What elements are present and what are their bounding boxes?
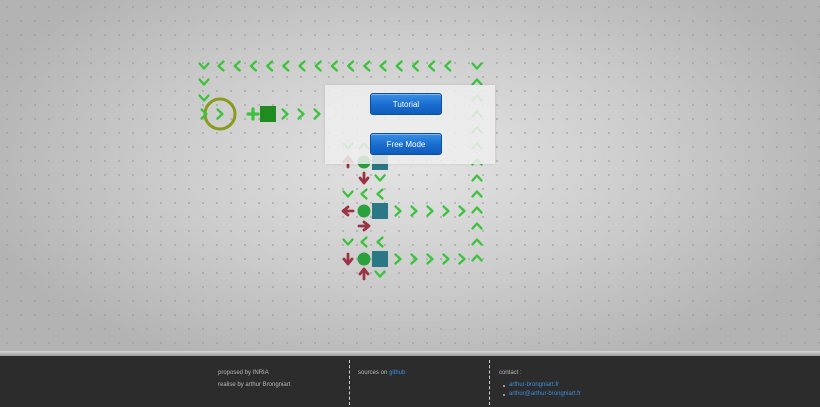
arrow-up-icon [358, 267, 370, 281]
chevron-left-icon [265, 60, 274, 72]
chevron-right-icon [458, 205, 466, 217]
game-board[interactable] [0, 0, 820, 354]
chevron-down-icon [374, 270, 386, 278]
github-link[interactable]: github [389, 370, 405, 376]
chevron-left-icon [233, 60, 241, 72]
contact-website-link[interactable]: arthur-brongniart.fr [509, 382, 559, 388]
arrow-left-icon [341, 205, 355, 217]
chevron-left-icon [346, 60, 355, 72]
list-bullet [503, 385, 505, 387]
chevron-right-icon [394, 253, 402, 265]
chevron-right-icon [410, 253, 418, 265]
node-circle[interactable] [357, 252, 371, 266]
chevron-left-icon [444, 60, 452, 72]
chevron-left-icon [330, 60, 339, 72]
chevron-up-icon [471, 206, 483, 214]
chevron-left-icon [395, 60, 403, 72]
tutorial-button[interactable]: Tutorial [370, 93, 442, 115]
chevron-left-icon [360, 236, 368, 248]
chevron-right-icon [410, 205, 418, 217]
game-board-background [0, 0, 820, 354]
list-bullet [503, 394, 505, 396]
chevron-right-icon [426, 205, 434, 217]
chevron-left-icon [249, 60, 258, 72]
arrow-right-icon [357, 220, 371, 232]
chevron-left-icon [376, 236, 384, 248]
chevron-left-icon [217, 60, 225, 72]
arrow-down-icon [342, 252, 354, 266]
chevron-down-icon [471, 62, 483, 70]
chevron-right-icon [216, 108, 224, 120]
proposed-by-text: proposed by INRIA [218, 370, 269, 376]
chevron-up-icon [471, 78, 483, 86]
mode-menu-panel: Tutorial Free Mode [325, 85, 495, 164]
realised-by-text: realise by arthur Brongniart [218, 382, 291, 388]
chevron-up-icon [471, 190, 483, 198]
contact-label: contact : [499, 370, 522, 376]
footer-divider [489, 360, 490, 405]
footer-divider [349, 360, 350, 405]
chevron-down-icon [198, 78, 210, 86]
chevron-down-icon [342, 238, 354, 246]
free-mode-button[interactable]: Free Mode [370, 133, 442, 155]
arrow-down-icon [358, 171, 370, 185]
chevron-right-icon [297, 108, 305, 120]
chevron-left-icon [360, 188, 368, 200]
chevron-right-icon [281, 108, 289, 120]
teal-block[interactable] [372, 203, 388, 219]
node-circle[interactable] [357, 204, 371, 218]
chevron-up-icon [471, 174, 483, 182]
chevron-up-icon [471, 254, 483, 262]
chevron-left-icon [282, 60, 290, 72]
chevron-left-icon [427, 60, 436, 72]
sources-text: sources on [358, 370, 388, 376]
chevron-left-icon [298, 60, 306, 72]
chevron-down-icon [374, 174, 386, 182]
chevron-right-icon [442, 253, 450, 265]
contact-email-link[interactable]: arthur@arthur-brongniart.fr [509, 391, 581, 397]
chevron-right-icon [458, 253, 466, 265]
chevron-left-icon [379, 60, 387, 72]
chevron-up-icon [471, 238, 483, 246]
chevron-up-icon [471, 222, 483, 230]
start-selector-ring[interactable] [203, 97, 237, 131]
chevron-right-icon [394, 205, 402, 217]
teal-block[interactable] [372, 251, 388, 267]
chevron-left-icon [411, 60, 420, 72]
chevron-down-icon [198, 94, 210, 102]
chevron-left-icon [376, 188, 384, 200]
chevron-right-icon [426, 253, 434, 265]
chevron-left-icon [363, 60, 371, 72]
chevron-left-icon [314, 60, 322, 72]
chevron-down-icon [198, 62, 210, 70]
chevron-right-icon [313, 108, 321, 120]
footer: proposed by INRIA realise by arthur Bron… [0, 356, 820, 407]
chevron-down-icon [342, 190, 354, 198]
start-block[interactable] [260, 106, 276, 122]
chevron-right-icon [442, 205, 450, 217]
plus-icon [246, 107, 260, 121]
